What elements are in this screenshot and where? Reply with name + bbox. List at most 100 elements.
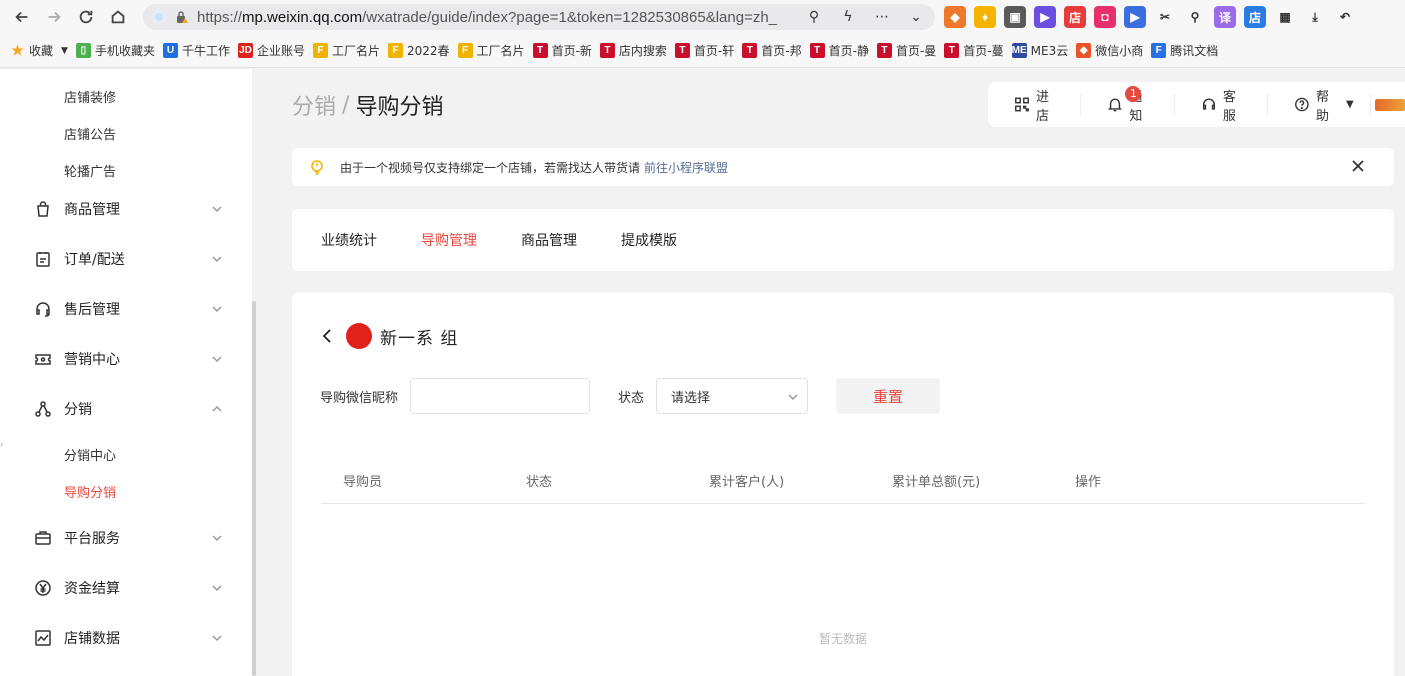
book-ext-icon[interactable]: ▣: [1004, 6, 1026, 28]
sidebar-subitem-announcement[interactable]: 店铺公告: [64, 124, 116, 143]
factory-icon: F: [388, 43, 403, 58]
bookmark-item[interactable]: F 工厂名片: [457, 40, 525, 62]
sidebar-item-label: 分销: [64, 402, 92, 418]
bookmark-item[interactable]: ME ME3云: [1011, 40, 1068, 62]
store-ext-icon[interactable]: 店: [1244, 6, 1266, 28]
bookmark-item[interactable]: T 首页-曼: [876, 40, 936, 62]
warning-lock-icon[interactable]: [175, 10, 189, 24]
sidebar-item-distribution[interactable]: 分销: [34, 397, 224, 421]
bookmark-item[interactable]: ★ 收藏 ▼: [10, 40, 68, 62]
nickname-input[interactable]: [410, 378, 591, 414]
tmall-icon: T: [742, 43, 758, 58]
chevron-left-icon: [322, 329, 331, 343]
game-ext-icon[interactable]: ◆: [944, 6, 966, 28]
bag-ext-icon[interactable]: ◘: [1094, 6, 1116, 28]
bookmark-label: 微信小商: [1095, 44, 1144, 58]
headset-icon: [1202, 98, 1215, 110]
sidebar-item-label: 平台服务: [64, 531, 120, 547]
breadcrumb-parent[interactable]: 分销: [292, 89, 336, 121]
sidebar-item-aftersales[interactable]: 售后管理: [34, 297, 224, 321]
factory-icon: F: [312, 43, 328, 58]
scissors-ext-icon[interactable]: ✂: [1154, 6, 1176, 28]
column-header-order-total: 累计单总额(元): [892, 475, 981, 490]
bookmark-item[interactable]: T 首页-蔓: [944, 40, 1004, 62]
bookmark-label: 首页-静: [828, 44, 869, 58]
grid-ext-icon[interactable]: ▦: [1274, 6, 1296, 28]
bookmark-item[interactable]: U 千牛工作: [162, 40, 230, 62]
download-ext-icon[interactable]: ⤓: [1304, 6, 1326, 28]
headset-icon: [34, 300, 52, 318]
sidebar-subitem-distribution-center[interactable]: 分销中心: [64, 445, 116, 464]
sidebar-item-platform-services[interactable]: 平台服务: [34, 526, 224, 550]
chevron-down-icon: [210, 352, 224, 366]
url-text[interactable]: https://mp.weixin.qq.com/wxatrade/guide/…: [197, 9, 793, 26]
back-button[interactable]: [320, 328, 334, 344]
shield-ext-icon[interactable]: ♦: [974, 6, 996, 28]
caret-down-icon[interactable]: ▼: [61, 46, 68, 56]
sidebar-item-label: 营销中心: [64, 352, 120, 368]
mini-program-alliance-link[interactable]: 前往小程序联盟: [644, 159, 728, 176]
address-bar[interactable]: https://mp.weixin.qq.com/wxatrade/guide/…: [143, 4, 935, 30]
sidebar-item-store-data[interactable]: 店铺数据: [34, 626, 224, 650]
store-logo[interactable]: [1374, 98, 1405, 111]
reset-button[interactable]: 重置: [836, 378, 941, 414]
play-ext-icon[interactable]: ▶: [1124, 6, 1146, 28]
undo-ext-icon[interactable]: ↶: [1334, 6, 1356, 28]
chart-icon: [34, 629, 52, 647]
bag-icon: [34, 200, 52, 218]
sidebar-item-settlement[interactable]: 资金结算: [34, 576, 224, 600]
search-ext-icon[interactable]: ⚲: [1184, 6, 1206, 28]
sidebar-item-marketing[interactable]: 营销中心: [34, 347, 224, 371]
sidebar-item-products[interactable]: 商品管理: [34, 197, 224, 221]
bookmark-item[interactable]: JD 企业账号: [237, 40, 305, 62]
sidebar-subitem-decoration[interactable]: 店铺装修: [64, 87, 116, 106]
forward-button[interactable]: [38, 0, 70, 34]
reload-button[interactable]: [70, 0, 102, 34]
bookmark-item[interactable]: T 首页-新: [532, 40, 592, 62]
bookmark-item[interactable]: F 工厂名片: [312, 40, 380, 62]
tab-commission-template[interactable]: 提成模版: [621, 230, 677, 250]
customer-service-button[interactable]: 客服: [1175, 90, 1269, 124]
me3-icon: ME: [1011, 43, 1027, 58]
bookmark-item[interactable]: ◆ 微信小商: [1076, 40, 1143, 62]
translate-ext-icon[interactable]: 译: [1214, 6, 1236, 28]
bookmark-item[interactable]: F 2022春: [388, 40, 450, 62]
collapse-handle-icon[interactable]: ›: [0, 440, 4, 452]
shop-ext-icon[interactable]: 店: [1064, 6, 1086, 28]
video-ext-icon[interactable]: ▶: [1034, 6, 1056, 28]
arrow-right-icon: [48, 11, 61, 23]
tab-guide-management[interactable]: 导购管理: [421, 230, 477, 250]
sidebar: 店铺装修 店铺公告 轮播广告 商品管理 订单/配送 售后管理 营销中心 分销 分…: [0, 69, 256, 676]
bookmark-item[interactable]: T 首页-静: [809, 40, 869, 62]
enter-store-button[interactable]: 进店: [988, 90, 1082, 124]
sidebar-scrollbar[interactable]: [252, 301, 256, 676]
status-select[interactable]: 请选择: [656, 378, 809, 414]
lightning-icon[interactable]: ϟ: [837, 7, 859, 27]
tab-product-management[interactable]: 商品管理: [521, 230, 577, 250]
bookmark-item[interactable]: T 店内搜索: [599, 40, 667, 62]
filter-bar: 导购微信昵称 状态 请选择 重置: [320, 378, 941, 414]
chevron-down-icon: [210, 581, 224, 595]
bookmark-item[interactable]: T 首页-轩: [674, 40, 734, 62]
bookmark-label: 首页-邦: [761, 44, 802, 58]
bookmark-item[interactable]: ▯ 手机收藏夹: [75, 40, 155, 62]
zoom-search-icon[interactable]: ⚲: [803, 7, 825, 27]
back-button[interactable]: [6, 0, 38, 34]
page-title: 导购分销: [355, 95, 444, 120]
home-icon: [111, 10, 125, 24]
tab-performance[interactable]: 业绩统计: [321, 230, 377, 250]
group-header: 新一系 组: [320, 323, 458, 349]
sidebar-item-orders[interactable]: 订单/配送: [34, 247, 224, 271]
sidebar-subitem-carousel[interactable]: 轮播广告: [64, 161, 116, 180]
breadcrumb: 分销 / 导购分销: [292, 89, 443, 121]
chevron-down-icon[interactable]: ⌄: [905, 7, 927, 27]
site-info-icon[interactable]: [152, 10, 166, 24]
close-notice-button[interactable]: [1350, 158, 1366, 174]
sidebar-subitem-guide-distribution[interactable]: 导购分销: [64, 482, 116, 501]
notification-button[interactable]: 通知 1: [1081, 85, 1175, 124]
home-button[interactable]: [102, 0, 134, 34]
bookmark-item[interactable]: F 腾讯文档: [1151, 40, 1218, 62]
bookmark-item[interactable]: T 首页-邦: [742, 40, 802, 62]
help-button[interactable]: 帮助 ▼: [1268, 90, 1371, 124]
more-dots-icon[interactable]: ⋯: [871, 7, 893, 27]
